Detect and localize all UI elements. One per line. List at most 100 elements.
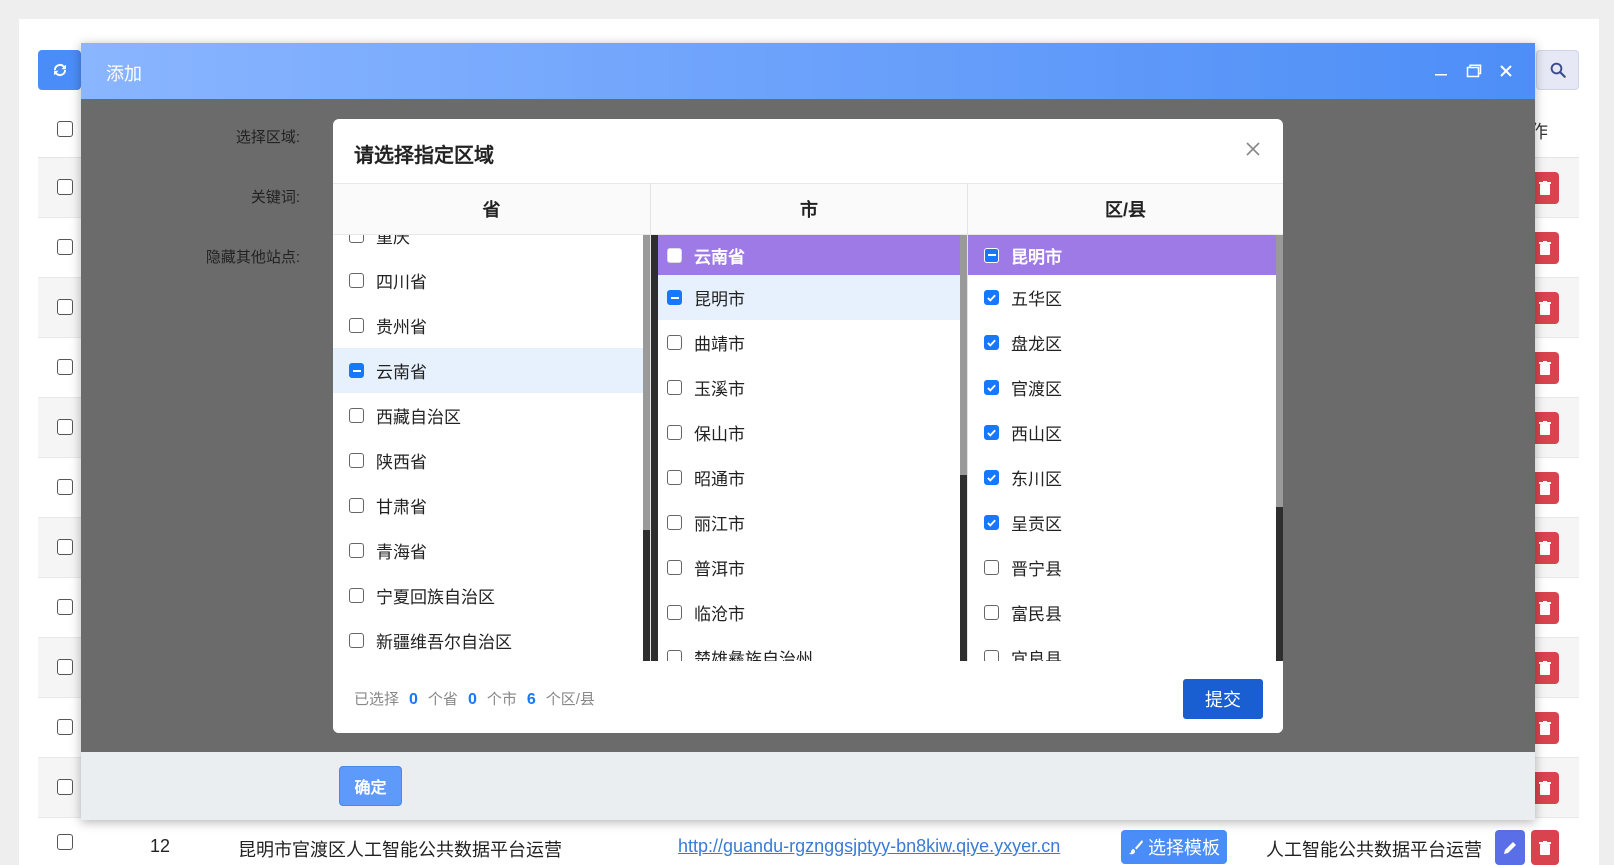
province-item[interactable]: 宁夏回族自治区 [333, 573, 643, 618]
province-scrollbar[interactable] [643, 235, 650, 662]
province-item[interactable]: 云南省 [333, 348, 643, 393]
close-modal-button[interactable] [1496, 61, 1516, 81]
district-checkbox[interactable] [984, 605, 999, 620]
province-item[interactable]: 陕西省 [333, 438, 643, 483]
province-checkbox[interactable] [349, 498, 364, 513]
province-item[interactable]: 贵州省 [333, 303, 643, 348]
row-site-url[interactable]: http://guandu-rgznggsjptyy-bn8kiw.qiye.y… [678, 836, 1060, 857]
city-checkbox[interactable] [667, 335, 682, 350]
district-item[interactable]: 盘龙区 [968, 320, 1276, 365]
district-checkbox[interactable] [984, 380, 999, 395]
province-list[interactable]: 新疆维吾尔自治区 宁夏回族自治区 青海省 甘肃省 陕西省 西藏自治区 云南省 贵州省 四川省 重庆 [333, 235, 650, 662]
minimize-button[interactable] [1431, 61, 1451, 81]
province-item[interactable]: 四川省 [333, 258, 643, 303]
row-checkbox[interactable] [57, 299, 73, 315]
province-item[interactable]: 新疆维吾尔自治区 [333, 618, 643, 662]
city-scrollbar-thumb[interactable] [960, 235, 967, 475]
district-group-header[interactable]: 昆明市 [968, 235, 1276, 275]
district-checkbox[interactable] [984, 560, 999, 575]
district-item[interactable]: 呈贡区 [968, 500, 1276, 545]
district-scrollbar[interactable] [1276, 235, 1283, 662]
city-item[interactable]: 保山市 [651, 410, 960, 455]
select-template-button[interactable]: 选择模板 [1121, 830, 1227, 864]
row-checkbox[interactable] [57, 659, 73, 675]
city-checkbox[interactable] [667, 380, 682, 395]
region-dialog-close[interactable] [1243, 139, 1263, 159]
row-checkbox[interactable] [57, 599, 73, 615]
district-item[interactable]: 富民县 [968, 590, 1276, 635]
edit-button[interactable] [1495, 830, 1525, 865]
district-scrollbar-thumb[interactable] [1276, 235, 1283, 507]
district-checkbox[interactable] [984, 335, 999, 350]
select-all-checkbox[interactable] [57, 121, 73, 137]
row-checkbox[interactable] [57, 479, 73, 495]
province-item[interactable]: 青海省 [333, 528, 643, 573]
city-item[interactable]: 丽江市 [651, 500, 960, 545]
delete-button[interactable] [1531, 592, 1559, 624]
row-checkbox[interactable] [57, 779, 73, 795]
delete-button[interactable] [1531, 232, 1559, 264]
city-list[interactable]: 楚雄彝族自治州 临沧市 普洱市 丽江市 昭通市 保山市 玉溪市 曲靖市 昆明市 云南省 [651, 235, 967, 662]
confirm-button[interactable]: 确定 [339, 766, 402, 806]
row-checkbox[interactable] [57, 359, 73, 375]
city-checkbox[interactable] [667, 290, 682, 305]
city-item[interactable]: 昭通市 [651, 455, 960, 500]
row-checkbox[interactable] [57, 719, 73, 735]
province-item[interactable]: 甘肃省 [333, 483, 643, 528]
district-checkbox[interactable] [984, 425, 999, 440]
refresh-button[interactable] [38, 50, 81, 90]
city-checkbox[interactable] [667, 560, 682, 575]
delete-button[interactable] [1531, 412, 1559, 444]
province-checkbox[interactable] [349, 633, 364, 648]
district-item[interactable]: 宜良县 [968, 635, 1276, 662]
province-item[interactable]: 重庆 [333, 235, 643, 258]
district-item[interactable]: 五华区 [968, 275, 1276, 320]
city-item[interactable]: 楚雄彝族自治州 [651, 635, 960, 662]
province-checkbox[interactable] [349, 453, 364, 468]
province-checkbox[interactable] [349, 588, 364, 603]
district-checkbox[interactable] [984, 470, 999, 485]
city-checkbox[interactable] [667, 605, 682, 620]
province-checkbox[interactable] [349, 543, 364, 558]
delete-button[interactable] [1531, 532, 1559, 564]
row-checkbox[interactable] [57, 419, 73, 435]
row-checkbox[interactable] [57, 239, 73, 255]
city-item[interactable]: 昆明市 [651, 275, 960, 320]
city-item[interactable]: 普洱市 [651, 545, 960, 590]
row-checkbox[interactable] [57, 834, 73, 850]
search-button[interactable] [1536, 50, 1579, 90]
district-item[interactable]: 东川区 [968, 455, 1276, 500]
delete-button[interactable] [1531, 292, 1559, 324]
district-item[interactable]: 官渡区 [968, 365, 1276, 410]
province-checkbox[interactable] [349, 273, 364, 288]
province-item[interactable]: 西藏自治区 [333, 393, 643, 438]
city-group-header[interactable]: 云南省 [651, 235, 960, 275]
district-checkbox[interactable] [984, 290, 999, 305]
city-checkbox[interactable] [667, 515, 682, 530]
maximize-button[interactable] [1464, 61, 1484, 81]
province-checkbox[interactable] [349, 235, 364, 243]
province-scrollbar-thumb[interactable] [643, 235, 650, 530]
delete-button[interactable] [1531, 472, 1559, 504]
delete-button[interactable] [1531, 652, 1559, 684]
delete-button[interactable] [1531, 352, 1559, 384]
district-list[interactable]: 宜良县 富民县 晋宁县 呈贡区 东川区 西山区 官渡区 盘龙区 五华区 昆明市 [968, 235, 1283, 662]
district-item[interactable]: 西山区 [968, 410, 1276, 455]
delete-button[interactable] [1531, 830, 1559, 865]
province-checkbox[interactable] [349, 363, 364, 378]
city-item[interactable]: 玉溪市 [651, 365, 960, 410]
province-checkbox[interactable] [349, 318, 364, 333]
district-item[interactable]: 晋宁县 [968, 545, 1276, 590]
city-scrollbar[interactable] [960, 235, 967, 662]
submit-button[interactable]: 提交 [1183, 679, 1263, 719]
delete-button[interactable] [1531, 772, 1559, 804]
province-checkbox[interactable] [349, 408, 364, 423]
row-checkbox[interactable] [57, 179, 73, 195]
city-item[interactable]: 曲靖市 [651, 320, 960, 365]
group-checkbox[interactable] [984, 247, 999, 263]
city-item[interactable]: 临沧市 [651, 590, 960, 635]
row-checkbox[interactable] [57, 539, 73, 555]
city-checkbox[interactable] [667, 425, 682, 440]
delete-button[interactable] [1531, 172, 1559, 204]
group-checkbox[interactable] [667, 247, 682, 263]
